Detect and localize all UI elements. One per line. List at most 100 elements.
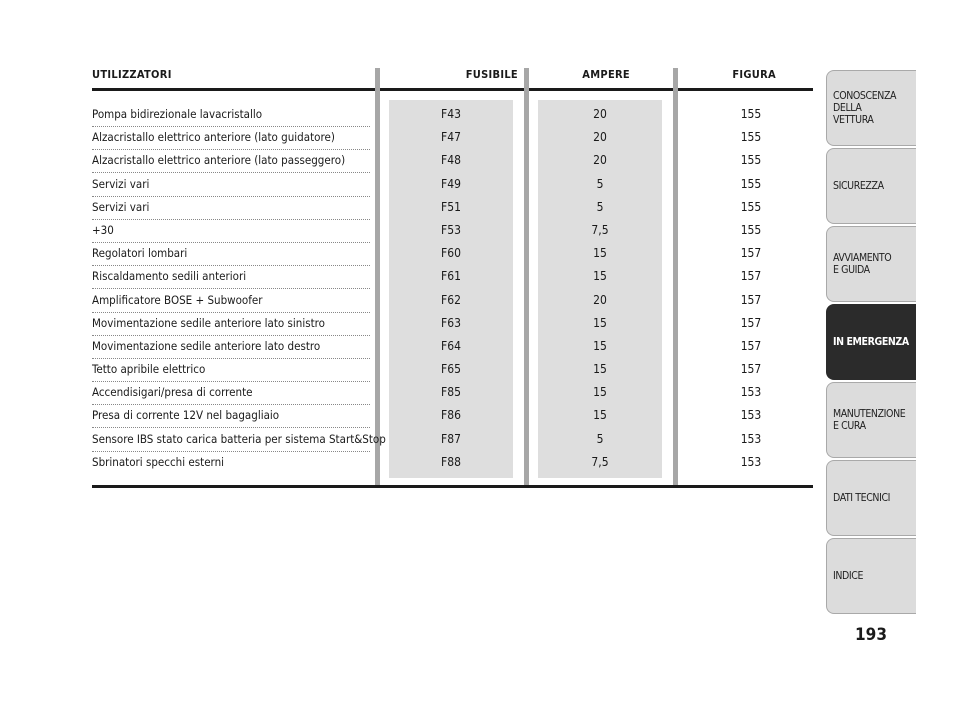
row-fusibile: F87: [441, 431, 461, 446]
row-utilizzatore: Riscaldamento sedili anteriori: [92, 269, 247, 284]
fuse-table-body: Pompa bidirezionale lavacristallo F43 20 15…: [92, 104, 813, 475]
row-ampere: 15: [593, 385, 607, 400]
row-ampere: 15: [593, 246, 607, 261]
table-row: +30 F53 7,5 155: [92, 220, 813, 243]
row-figura: 155: [740, 130, 762, 145]
row-utilizzatore: Alzacristallo elettrico anteriore (lato …: [92, 153, 346, 168]
table-row: Tetto apribile elettrico F65 15 157: [92, 359, 813, 383]
row-ampere: 5: [596, 176, 604, 191]
row-utilizzatore: +30: [92, 222, 114, 237]
tab-in-emergenza[interactable]: IN EMERGENZA: [826, 304, 916, 380]
row-fusibile: F47: [441, 130, 461, 145]
row-ampere: 15: [593, 269, 607, 284]
table-row: Movimentazione sedile anteriore lato sin…: [92, 313, 813, 336]
row-fusibile: F60: [441, 246, 461, 261]
row-figura: 157: [740, 292, 762, 307]
row-figura: 157: [740, 315, 762, 330]
row-figura: 155: [740, 176, 762, 191]
row-ampere: 15: [593, 315, 607, 330]
tab-sicurezza[interactable]: SICUREZZA: [826, 148, 916, 224]
table-row: Presa di corrente 12V nel bagagliaio F86 1…: [92, 405, 813, 429]
row-figura: 153: [740, 408, 762, 423]
row-ampere: 5: [596, 199, 604, 214]
tab-dati-tecnici[interactable]: DATI TECNICI: [826, 460, 916, 536]
tab-conoscenza-della-vettura[interactable]: CONOSCENZA DELLA VETTURA: [826, 70, 916, 146]
row-utilizzatore: Movimentazione sedile anteriore lato des…: [92, 338, 321, 353]
row-ampere: 5: [596, 431, 604, 446]
header-utilizzatori: UTILIZZATORI: [92, 68, 172, 81]
row-utilizzatore: Sbrinatori specchi esterni: [92, 454, 225, 469]
header-figura: FIGURA: [732, 68, 776, 81]
tab-label: MANUTENZIONE E CURA: [833, 408, 906, 432]
row-ampere: 15: [593, 338, 607, 353]
tab-label: DATI TECNICI: [833, 492, 891, 504]
row-utilizzatore: Presa di corrente 12V nel bagagliaio: [92, 408, 280, 423]
table-bottom-rule: [92, 485, 813, 488]
row-figura: 155: [740, 199, 762, 214]
table-row: Regolatori lombari F60 15 157: [92, 243, 813, 267]
row-utilizzatore: Movimentazione sedile anteriore lato sin…: [92, 315, 326, 330]
row-fusibile: F61: [441, 269, 461, 284]
row-utilizzatore: Servizi vari: [92, 176, 150, 191]
row-ampere: 20: [593, 153, 607, 168]
table-row: Servizi vari F51 5 155: [92, 197, 813, 220]
row-ampere: 20: [593, 130, 607, 145]
row-figura: 153: [740, 431, 762, 446]
row-utilizzatore: Sensore IBS stato carica batteria per si…: [92, 431, 386, 446]
page-number: 193: [855, 625, 887, 645]
row-fusibile: F64: [441, 338, 461, 353]
table-top-rule: [92, 88, 813, 91]
table-row: Accendisigari/presa di corrente F85 15 153: [92, 382, 813, 406]
row-fusibile: F43: [441, 107, 461, 121]
row-ampere: 7,5: [591, 454, 609, 469]
row-ampere: 15: [593, 408, 607, 423]
row-fusibile: F86: [441, 408, 461, 423]
table-row: Movimentazione sedile anteriore lato des…: [92, 336, 813, 359]
row-utilizzatore: Accendisigari/presa di corrente: [92, 385, 253, 400]
tab-label: CONOSCENZA DELLA VETTURA: [833, 90, 897, 126]
table-row: Amplificatore BOSE + Subwoofer F62 20 157: [92, 290, 813, 313]
row-fusibile: F53: [441, 222, 461, 237]
tab-label: INDICE: [833, 570, 864, 582]
row-figura: 155: [740, 107, 762, 121]
row-figura: 157: [740, 246, 762, 261]
row-ampere: 7,5: [591, 222, 609, 237]
header-ampere: AMPERE: [582, 68, 630, 81]
row-ampere: 20: [593, 292, 607, 307]
table-row: Pompa bidirezionale lavacristallo F43 20 15…: [92, 104, 813, 127]
row-fusibile: F88: [441, 454, 461, 469]
table-row: Servizi vari F49 5 155: [92, 174, 813, 197]
row-fusibile: F63: [441, 315, 461, 330]
row-fusibile: F65: [441, 362, 461, 377]
row-fusibile: F62: [441, 292, 461, 307]
row-figura: 157: [740, 269, 762, 284]
header-fusibile: FUSIBILE: [465, 68, 518, 81]
table-row: Sensore IBS stato carica batteria per si…: [92, 429, 813, 452]
row-fusibile: F51: [441, 199, 461, 214]
row-ampere: 15: [593, 362, 607, 377]
row-fusibile: F48: [441, 153, 461, 168]
row-utilizzatore: Tetto apribile elettrico: [92, 362, 206, 377]
row-figura: 157: [740, 362, 762, 377]
table-row: Alzacristallo elettrico anteriore (lato …: [92, 150, 813, 174]
row-ampere: 20: [593, 107, 607, 121]
tab-label: SICUREZZA: [833, 180, 884, 192]
row-utilizzatore: Regolatori lombari: [92, 246, 188, 261]
row-utilizzatore: Amplificatore BOSE + Subwoofer: [92, 292, 263, 307]
table-row: Sbrinatori specchi esterni F88 7,5 153: [92, 452, 813, 475]
table-row: Alzacristallo elettrico anteriore (lato …: [92, 127, 813, 151]
tab-manutenzione-e-cura[interactable]: MANUTENZIONE E CURA: [826, 382, 916, 458]
row-fusibile: F49: [441, 176, 461, 191]
row-figura: 157: [740, 338, 762, 353]
row-utilizzatore: Servizi vari: [92, 199, 150, 214]
tab-avviamento-e-guida[interactable]: AVVIAMENTO E GUIDA: [826, 226, 916, 302]
table-row: Riscaldamento sedili anteriori F61 15 157: [92, 266, 813, 290]
row-figura: 155: [740, 153, 762, 168]
row-utilizzatore: Pompa bidirezionale lavacristallo: [92, 107, 263, 121]
row-figura: 155: [740, 222, 762, 237]
row-figura: 153: [740, 385, 762, 400]
tab-indice[interactable]: INDICE: [826, 538, 916, 614]
row-fusibile: F85: [441, 385, 461, 400]
tab-label: AVVIAMENTO E GUIDA: [833, 252, 892, 276]
row-utilizzatore: Alzacristallo elettrico anteriore (lato …: [92, 130, 335, 145]
